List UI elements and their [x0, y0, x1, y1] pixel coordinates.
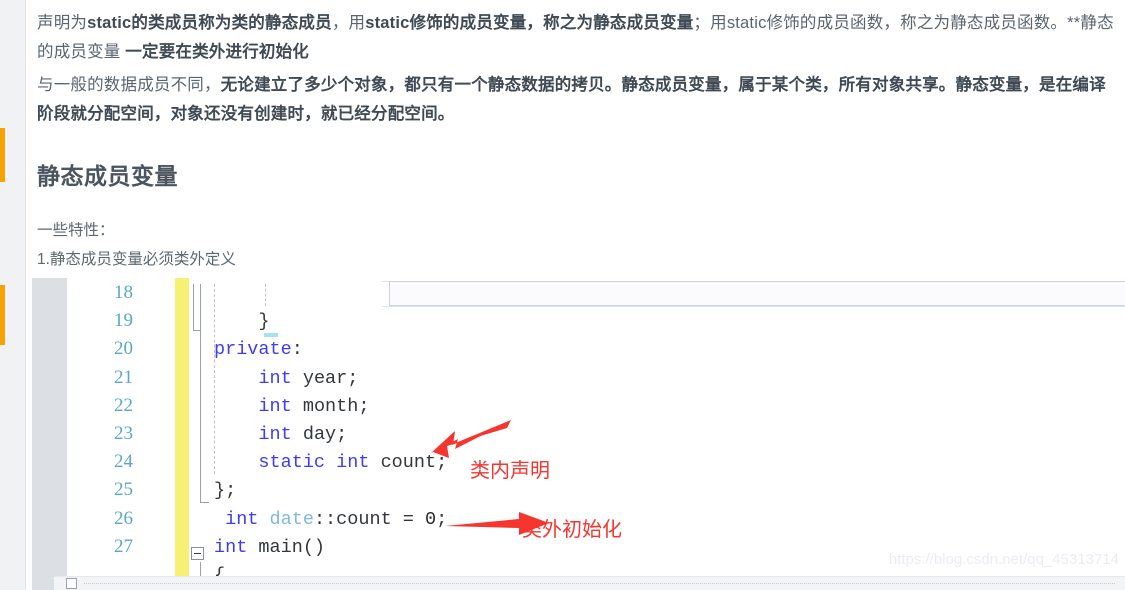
- code-line[interactable]: private:: [214, 339, 303, 360]
- code-line[interactable]: int date::count = 0;: [214, 509, 447, 530]
- code-line[interactable]: int day;: [214, 424, 347, 445]
- code-token: private: [214, 339, 292, 361]
- text-run: 一定要在类外进行初始化: [125, 43, 309, 61]
- watermark: https://blog.csdn.net/qq_45313714: [888, 551, 1119, 568]
- text-run: ，用: [331, 14, 366, 32]
- code-line[interactable]: int year;: [214, 368, 358, 389]
- code-line[interactable]: int main(): [214, 537, 325, 558]
- code-line-number: 26: [114, 507, 133, 529]
- code-token: day;: [291, 424, 348, 445]
- code-token: ::count =: [313, 508, 425, 530]
- code-token: int: [214, 536, 248, 558]
- code-token: year;: [291, 367, 359, 389]
- class-block-bracket: [200, 284, 209, 503]
- code-line[interactable]: };: [214, 480, 236, 501]
- bottom-fold-icon: [66, 578, 77, 589]
- text-run: 与一般的数据成员不同，: [37, 76, 221, 94]
- subtext-item-1: 1.静态成员变量必须类外定义: [37, 251, 236, 268]
- subtext-intro: 一些特性：: [37, 222, 115, 239]
- code-token: int: [258, 424, 292, 445]
- code-line-number: 19: [114, 310, 133, 332]
- code-token: static: [258, 452, 326, 474]
- inner-block-bracket-stem: [193, 284, 194, 330]
- code-token: int: [225, 508, 259, 530]
- code-top-rule-2: [382, 306, 1125, 307]
- code-token: date: [269, 508, 314, 530]
- code-line-number: 18: [114, 282, 133, 303]
- code-line[interactable]: }: [214, 311, 270, 333]
- code-line-number: 24: [114, 451, 133, 473]
- code-block[interactable]: 18 19 20 21 22 23 24 25 26 27 } private: int year;…: [32, 278, 1125, 590]
- code-token: month;: [291, 395, 370, 417]
- annotation-label-2: 类外初始化: [522, 519, 622, 541]
- text-run: 声明为: [37, 14, 88, 32]
- indent-guide-2: [265, 284, 266, 306]
- article-content: 声明为static的类成员称为类的静态成员，用static修饰的成员变量，称之为…: [27, 0, 1125, 590]
- code-token: main(): [247, 536, 326, 558]
- code-line-number: 20: [114, 338, 133, 360]
- text-run: static的类成员称为类的静态成员: [87, 14, 332, 32]
- code-line-number: 25: [114, 479, 133, 501]
- current-line-highlight: [389, 281, 1125, 306]
- code-line-number: 22: [114, 394, 133, 416]
- editor-bottom-strip: [54, 576, 1125, 590]
- code-token: int: [258, 395, 292, 417]
- text-run: static修饰的成员变量，称之为静态成员变量: [365, 14, 694, 32]
- paragraph-2: 与一般的数据成员不同，无论建立了多少个对象，都只有一个静态数据的拷贝。静态成员变…: [27, 67, 1125, 129]
- section-heading: 静态成员变量: [37, 163, 178, 189]
- left-rail: [0, 0, 26, 590]
- fold-toggle-main[interactable]: [191, 547, 204, 560]
- indent-guide-1: [214, 284, 215, 474]
- code-line-number: 27: [114, 535, 133, 557]
- code-line-number-column: 18 19 20 21 22 23 24 25 26 27: [67, 278, 145, 590]
- code-token: int: [258, 367, 292, 389]
- code-line-number: 23: [114, 423, 133, 444]
- rail-marker-2: [0, 285, 5, 345]
- inner-block-bracket: [193, 330, 201, 331]
- annotation-label-1: 类内声明: [470, 460, 550, 482]
- code-line[interactable]: static int count;: [214, 452, 447, 473]
- bottom-dotted-rule: [84, 583, 1115, 584]
- code-gutter-margin: [32, 278, 67, 590]
- code-token: :: [291, 339, 303, 361]
- rail-marker-1: [0, 128, 5, 182]
- code-token: };: [214, 480, 237, 502]
- code-line[interactable]: int month;: [214, 396, 369, 417]
- code-token: }: [214, 311, 270, 333]
- code-line-number: 21: [114, 366, 133, 388]
- code-change-indicator-bar: [175, 278, 189, 590]
- code-text-area[interactable]: } private: int year; int month; int day; …: [207, 278, 1125, 590]
- code-token: int: [336, 452, 370, 474]
- code-token: 0: [424, 508, 437, 530]
- caret-underline: [264, 333, 278, 337]
- paragraph-1: 声明为static的类成员称为类的静态成员，用static修饰的成员变量，称之为…: [27, 0, 1125, 67]
